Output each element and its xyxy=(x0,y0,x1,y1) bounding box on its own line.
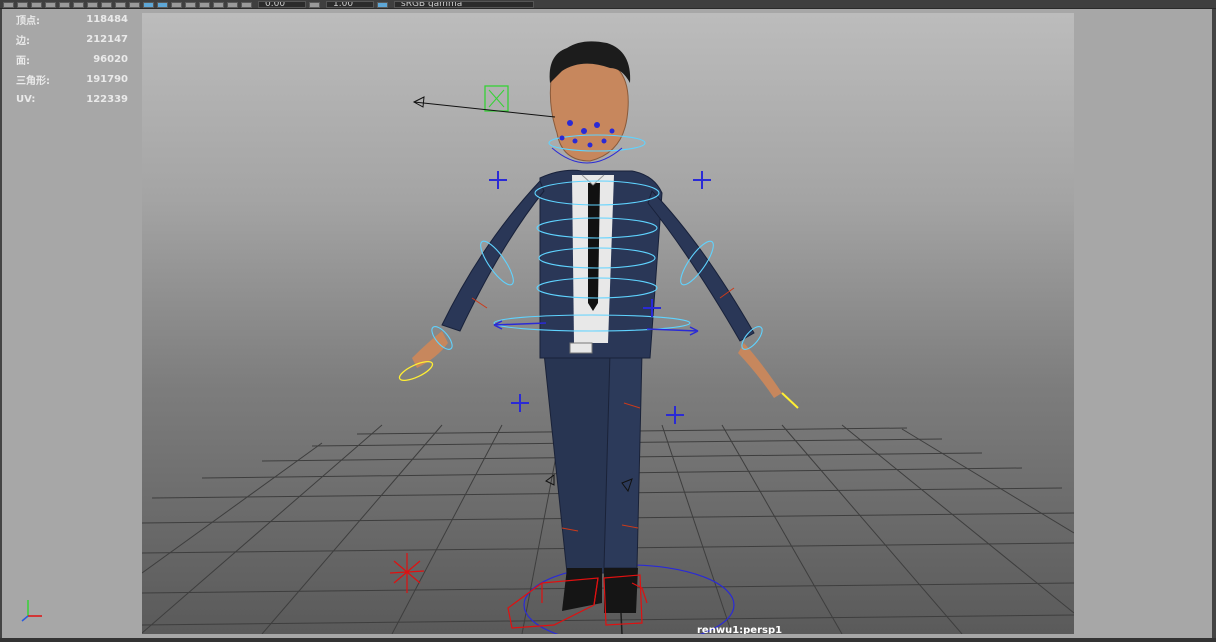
character-legs xyxy=(543,352,643,613)
exposure-icon[interactable] xyxy=(241,2,252,8)
select-icon[interactable] xyxy=(3,2,14,8)
scene-canvas[interactable] xyxy=(142,13,1074,634)
hud-value: 191790 xyxy=(86,73,128,85)
hand-ik-right-icon[interactable] xyxy=(781,392,799,409)
3d-viewport[interactable]: 顶点: 118484 0 0 边: 212147 0 0 面: 96020 0 … xyxy=(2,9,1212,638)
shaded-icon[interactable] xyxy=(59,2,70,8)
hud-value: 96020 xyxy=(93,53,128,65)
aa-icon[interactable] xyxy=(129,2,140,8)
film-gate-icon[interactable] xyxy=(199,2,210,8)
colorspace-dropdown[interactable]: sRGB gamma xyxy=(394,1,534,8)
dof-icon[interactable] xyxy=(143,2,154,8)
view-axis-icon xyxy=(21,600,42,622)
knee-arrow-left-icon xyxy=(545,474,555,486)
hud-value: 212147 xyxy=(86,33,128,45)
camera-icon[interactable] xyxy=(185,2,196,8)
hud-value: 118484 xyxy=(86,13,128,25)
xray-icon[interactable] xyxy=(171,2,182,8)
viewport-toolbar: 0.00 1.00 sRGB gamma xyxy=(0,0,1216,9)
gamma-field[interactable]: 1.00 xyxy=(326,1,374,8)
move-icon[interactable] xyxy=(17,2,28,8)
eye-aim-control-icon[interactable] xyxy=(412,85,556,118)
light-icon[interactable] xyxy=(87,2,98,8)
wireframe-icon[interactable] xyxy=(45,2,56,8)
hud-label: 面: xyxy=(16,55,30,67)
ao-icon[interactable] xyxy=(115,2,126,8)
resolution-gate-icon[interactable] xyxy=(213,2,224,8)
exposure-field[interactable]: 0.00 xyxy=(258,1,306,8)
ground-locator-icon[interactable] xyxy=(389,553,425,593)
texture-icon[interactable] xyxy=(73,2,84,8)
grid-icon[interactable] xyxy=(31,2,42,8)
shadow-icon[interactable] xyxy=(101,2,112,8)
camera-name-label: renwu1:persp1 xyxy=(697,625,783,634)
resolution-gate: renwu1:persp1 xyxy=(142,13,1074,634)
hud-label: 边: xyxy=(16,35,30,47)
colorspace-icon[interactable] xyxy=(377,2,388,8)
viewport-bottom-border xyxy=(0,638,1216,642)
hud-label: 顶点: xyxy=(16,15,40,27)
hud-value: 122339 xyxy=(86,93,128,105)
isolate-icon[interactable] xyxy=(157,2,168,8)
safe-action-icon[interactable] xyxy=(227,2,238,8)
hud-label: UV: xyxy=(16,93,36,105)
gamma-icon[interactable] xyxy=(309,2,320,8)
hud-label: 三角形: xyxy=(16,75,50,87)
